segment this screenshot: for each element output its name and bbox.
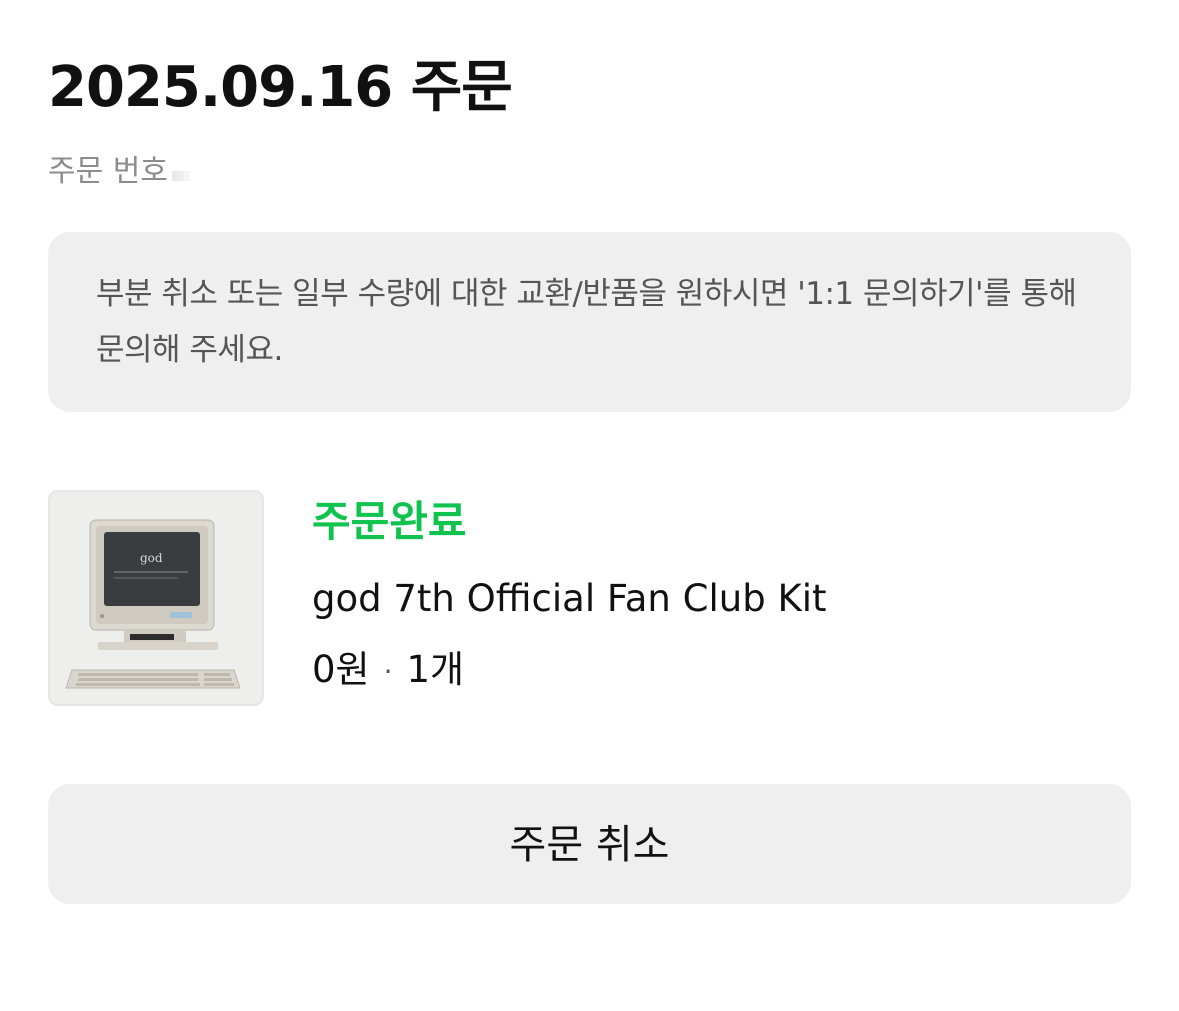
notice-text: 부분 취소 또는 일부 수량에 대한 교환/반품을 원하시면 '1:1 문의하기…: [96, 276, 1077, 368]
product-thumbnail[interactable]: god: [48, 490, 264, 706]
product-price: 0원: [312, 648, 370, 691]
order-number-label: 주문 번호: [48, 154, 168, 189]
order-number: 주문 번호: [48, 152, 190, 192]
order-date-title: 2025.09.16 주문: [48, 55, 513, 120]
product-quantity: 1개: [406, 648, 465, 691]
cancel-order-button[interactable]: 주문 취소: [48, 784, 1131, 904]
order-number-masked-value: [171, 171, 190, 181]
price-quantity-line: 0원 · 1개: [312, 644, 464, 698]
retro-computer-image: god: [50, 492, 262, 704]
order-status: 주문완료: [312, 497, 467, 546]
separator-dot: ·: [383, 654, 393, 688]
product-name[interactable]: god 7th Official Fan Club Kit: [312, 574, 827, 624]
partial-cancel-notice: 부분 취소 또는 일부 수량에 대한 교환/반품을 원하시면 '1:1 문의하기…: [48, 232, 1131, 412]
screen-text: god: [140, 551, 163, 565]
